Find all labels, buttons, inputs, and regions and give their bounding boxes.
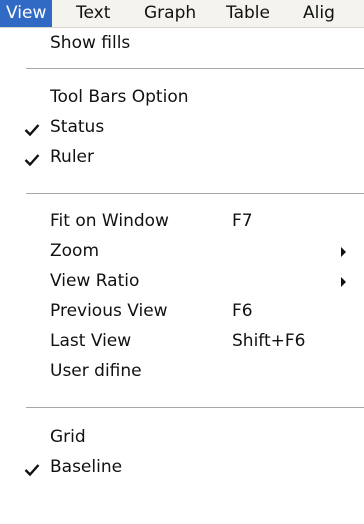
menu-item-label: Baseline — [50, 457, 123, 477]
menu-separator — [26, 68, 364, 70]
menu-item-grid[interactable]: Grid — [0, 424, 364, 451]
menu-item-label: View Ratio — [50, 271, 140, 291]
menu-item-label: Grid — [50, 427, 86, 447]
menu-item-ruler[interactable]: Ruler — [0, 144, 364, 171]
submenu-arrow-icon — [341, 247, 346, 257]
menu-item-shortcut: F7 — [232, 211, 253, 231]
menu-item-label: Show fills — [50, 33, 131, 53]
submenu-arrow-icon — [341, 277, 346, 287]
menu-item-status[interactable]: Status — [0, 114, 364, 141]
menu-item-view-ratio[interactable]: View Ratio — [0, 268, 364, 295]
menu-item-zoom[interactable]: Zoom — [0, 238, 364, 265]
menu-item-last-view[interactable]: Last View Shift+F6 — [0, 328, 364, 355]
menu-item-label: Status — [50, 117, 105, 137]
menu-item-label: Fit on Window — [50, 211, 169, 231]
view-dropdown-menu: Show fills Tool Bars Option Status Ruler… — [0, 28, 364, 524]
menu-item-show-fills[interactable]: Show fills — [0, 30, 364, 57]
menu-item-label: Ruler — [50, 147, 94, 167]
menu-item-label: Tool Bars Option — [50, 87, 189, 107]
menubar-graph[interactable]: Graph — [138, 0, 202, 27]
menubar-view[interactable]: View — [0, 0, 53, 27]
menubar-table[interactable]: Table — [220, 0, 276, 27]
menu-item-label: Zoom — [50, 241, 100, 261]
menu-item-user-define[interactable]: User difine — [0, 358, 364, 385]
checkmark-icon — [24, 124, 40, 137]
menu-item-previous-view[interactable]: Previous View F6 — [0, 298, 364, 325]
menu-item-shortcut: Shift+F6 — [232, 331, 306, 351]
menubar-text[interactable]: Text — [70, 0, 116, 27]
menu-item-fit-on-window[interactable]: Fit on Window F7 — [0, 208, 364, 235]
menu-item-label: User difine — [50, 361, 142, 381]
menu-item-label: Last View — [50, 331, 132, 351]
menu-bar: View Text Graph Table Alig — [0, 0, 364, 28]
menu-item-tool-bars-option[interactable]: Tool Bars Option — [0, 84, 364, 111]
menu-item-shortcut: F6 — [232, 301, 253, 321]
menu-item-label: Previous View — [50, 301, 168, 321]
menu-separator — [26, 193, 364, 195]
checkmark-icon — [24, 154, 40, 167]
menu-separator — [26, 407, 364, 409]
menu-item-baseline[interactable]: Baseline — [0, 454, 364, 481]
menubar-align[interactable]: Alig — [297, 0, 341, 27]
checkmark-icon — [24, 464, 40, 477]
